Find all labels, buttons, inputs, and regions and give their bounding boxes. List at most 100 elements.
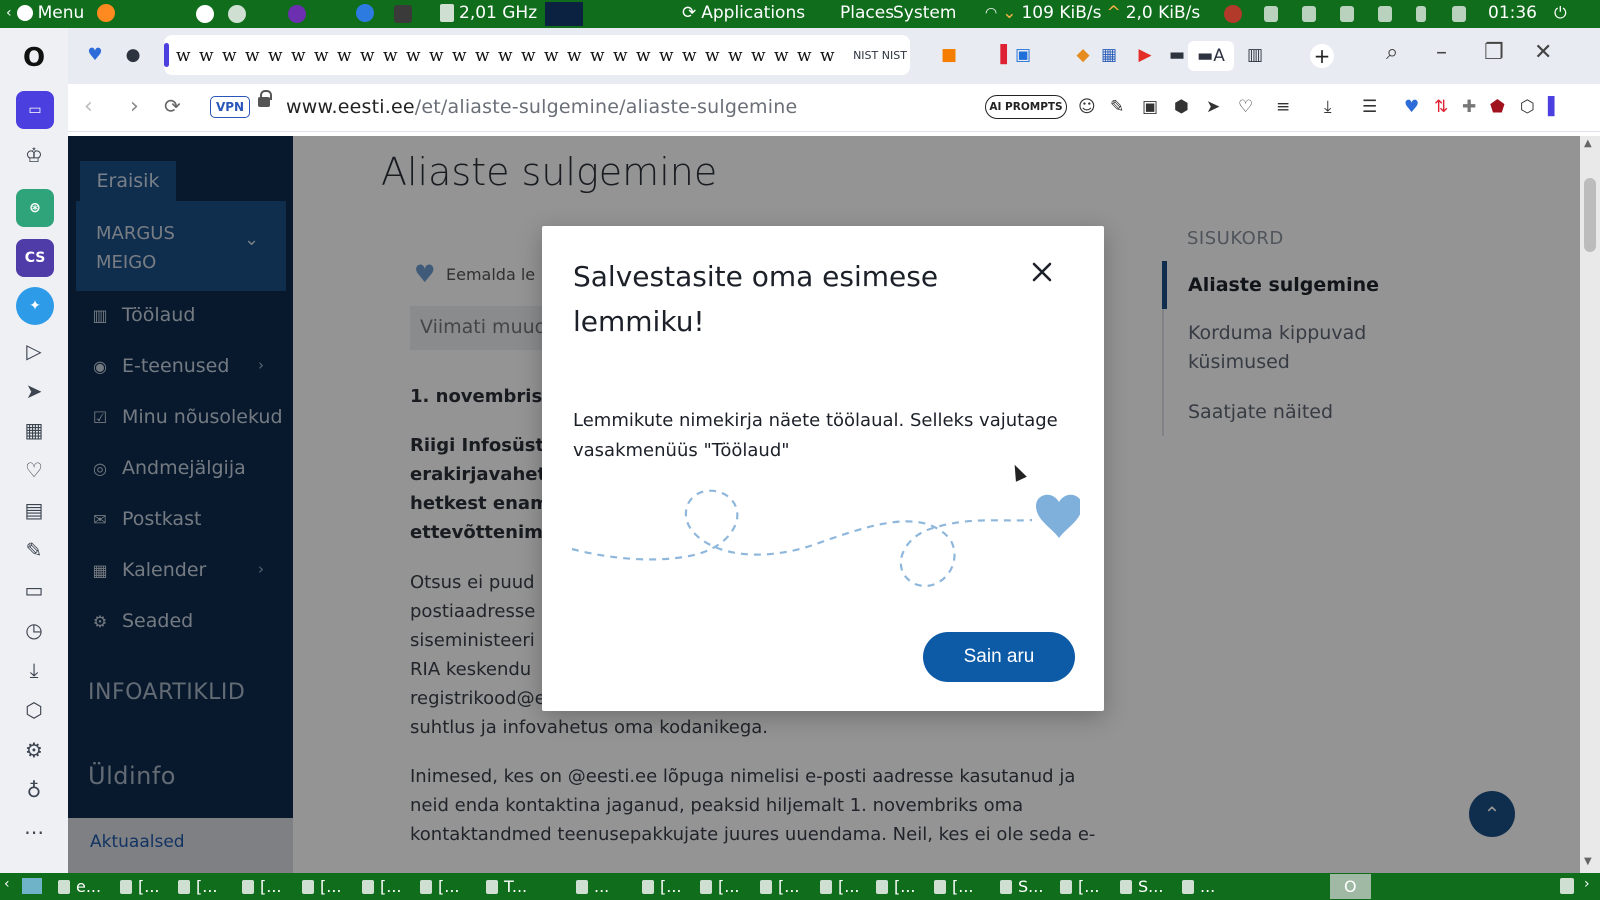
pinned-tab[interactable]: w: [314, 46, 329, 66]
ext-arrows-icon[interactable]: ⇅: [1434, 97, 1448, 117]
taskbar-window-button[interactable]: T...: [486, 877, 527, 896]
launcher-tor-icon[interactable]: [288, 5, 306, 23]
pinned-tab[interactable]: w: [429, 46, 444, 66]
tab-icon-blue[interactable]: ▣: [1012, 44, 1034, 66]
ext-cube-icon[interactable]: ⬡: [1520, 97, 1535, 117]
opera-logo-icon[interactable]: O: [20, 43, 48, 73]
taskbar-window-button[interactable]: [...: [420, 877, 460, 896]
pinned-tab[interactable]: w: [406, 46, 421, 66]
easy-setup-icon[interactable]: ☰: [1362, 97, 1377, 117]
scroll-down-arrow-icon[interactable]: ▼: [1584, 856, 1592, 867]
pinned-tab[interactable]: w: [705, 46, 720, 66]
taskbar-window-button[interactable]: [...: [820, 877, 860, 896]
taskbar-window-button[interactable]: S...: [1120, 877, 1163, 896]
chatgpt-icon[interactable]: ⊛: [16, 189, 54, 227]
lightbulb-icon[interactable]: ♁: [20, 776, 48, 804]
launcher-a-icon[interactable]: [196, 5, 214, 23]
close-dialog-button[interactable]: [1026, 256, 1058, 288]
sidebar-toggle-icon[interactable]: ▌: [1548, 97, 1561, 117]
taskbar-window-button[interactable]: [...: [876, 877, 916, 896]
pinned-tab[interactable]: w: [521, 46, 536, 66]
tray-icon-2[interactable]: [1302, 6, 1316, 22]
github-icon[interactable]: ●: [122, 44, 144, 66]
taskbar-window-button[interactable]: [...: [242, 877, 282, 896]
apps-grid-icon[interactable]: ▦: [20, 416, 48, 444]
firefox-icon[interactable]: [97, 4, 116, 22]
pinned-tab[interactable]: w: [567, 46, 582, 66]
tray-icon-1[interactable]: [1264, 6, 1278, 22]
wifi-tray-icon[interactable]: [1340, 6, 1354, 22]
twitter-icon[interactable]: ✦: [16, 287, 54, 325]
tab-flag-icon[interactable]: ▬: [1166, 44, 1188, 66]
bookmark-heart-icon[interactable]: ♡: [1238, 97, 1253, 117]
pinned-tab[interactable]: w: [337, 46, 352, 66]
pinned-tab[interactable]: w: [751, 46, 766, 66]
trash-icon[interactable]: [1560, 878, 1574, 894]
back-button[interactable]: ‹: [84, 94, 93, 119]
pinned-tab[interactable]: w: [176, 46, 191, 66]
active-tab-icon[interactable]: ▬A: [1188, 41, 1234, 71]
taskbar-window-button[interactable]: ...: [576, 877, 609, 896]
heart-icon[interactable]: ♡: [20, 456, 48, 484]
pinned-tab[interactable]: w: [820, 46, 835, 66]
pinned-tab[interactable]: w: [682, 46, 697, 66]
send-icon[interactable]: ➤: [1206, 97, 1220, 117]
ai-prompts-button[interactable]: AI PROMPTS: [985, 95, 1067, 119]
url-field[interactable]: www.eesti.ee/et/aliaste-sulgemine/aliast…: [286, 96, 797, 118]
pinned-tab[interactable]: w: [498, 46, 513, 66]
notification-bell-icon[interactable]: [1378, 6, 1392, 22]
download-icon[interactable]: ⤓: [20, 656, 48, 684]
taskbar-window-button[interactable]: [...: [642, 877, 682, 896]
pinned-tab[interactable]: w: [291, 46, 306, 66]
system-menu[interactable]: System: [893, 3, 956, 23]
taskbar-window-button[interactable]: [...: [760, 877, 800, 896]
nist-tab-icon[interactable]: NIST NIST: [850, 44, 910, 66]
volume-icon[interactable]: [1452, 6, 1466, 22]
cube-icon[interactable]: ⬡: [20, 696, 48, 724]
close-window-button[interactable]: ✕: [1534, 40, 1552, 65]
pinned-tab[interactable]: w: [636, 46, 651, 66]
settings-gear-icon[interactable]: ⚙: [20, 736, 48, 764]
launcher-opera-icon[interactable]: [356, 4, 374, 22]
history-icon[interactable]: ◷: [20, 616, 48, 644]
pinned-tab[interactable]: w: [383, 46, 398, 66]
taskbar-window-button[interactable]: [...: [1060, 877, 1100, 896]
pinned-tab[interactable]: w: [774, 46, 789, 66]
crown-icon[interactable]: ♔: [20, 141, 48, 169]
launcher-gears-icon[interactable]: [228, 5, 246, 23]
ext-puzzle-icon[interactable]: ✚: [1462, 97, 1476, 117]
applications-menu[interactable]: ⟳ Applications: [682, 3, 805, 23]
pinned-tab[interactable]: w: [475, 46, 490, 66]
list-icon[interactable]: ≡: [1276, 97, 1290, 117]
ublock-icon[interactable]: ⬟: [1490, 97, 1505, 117]
pinned-tab[interactable]: w: [590, 46, 605, 66]
taskbar-window-button[interactable]: S...: [1000, 877, 1043, 896]
pinned-tab[interactable]: w: [613, 46, 628, 66]
taskbar-window-button[interactable]: [...: [934, 877, 974, 896]
clock[interactable]: 01:36: [1488, 3, 1537, 23]
pinned-tab[interactable]: w: [245, 46, 260, 66]
pinned-tab[interactable]: w: [544, 46, 559, 66]
pinned-tab[interactable]: w: [199, 46, 214, 66]
pinned-tab[interactable]: w: [728, 46, 743, 66]
power-icon[interactable]: ⏻: [1554, 3, 1567, 23]
show-desktop-icon[interactable]: [22, 878, 42, 894]
os-menu-button[interactable]: ‹ Menu: [6, 3, 116, 23]
launcher-terminal-icon[interactable]: [394, 5, 412, 23]
emoji-icon[interactable]: ☺: [1078, 97, 1096, 117]
taskbar-window-button[interactable]: [...: [302, 877, 342, 896]
forward-button[interactable]: ›: [130, 94, 139, 119]
page-scrollbar[interactable]: ▲ ▼: [1580, 136, 1600, 873]
send-icon[interactable]: ➤: [20, 377, 48, 405]
pinned-tab[interactable]: w: [360, 46, 375, 66]
play-circle-icon[interactable]: ▷: [20, 337, 48, 365]
scrollbar-thumb[interactable]: [1584, 178, 1596, 252]
pinned-tab[interactable]: w: [222, 46, 237, 66]
places-menu[interactable]: Places: [840, 3, 894, 23]
more-icon[interactable]: ⋯: [20, 818, 48, 846]
youtube-tab-icon[interactable]: ▶: [1134, 44, 1156, 66]
snapshot-edit-icon[interactable]: ✎: [1110, 97, 1124, 117]
download-icon[interactable]: ⤓: [1324, 97, 1332, 117]
vpn-badge[interactable]: VPN: [210, 96, 250, 118]
lock-icon[interactable]: [258, 90, 272, 107]
